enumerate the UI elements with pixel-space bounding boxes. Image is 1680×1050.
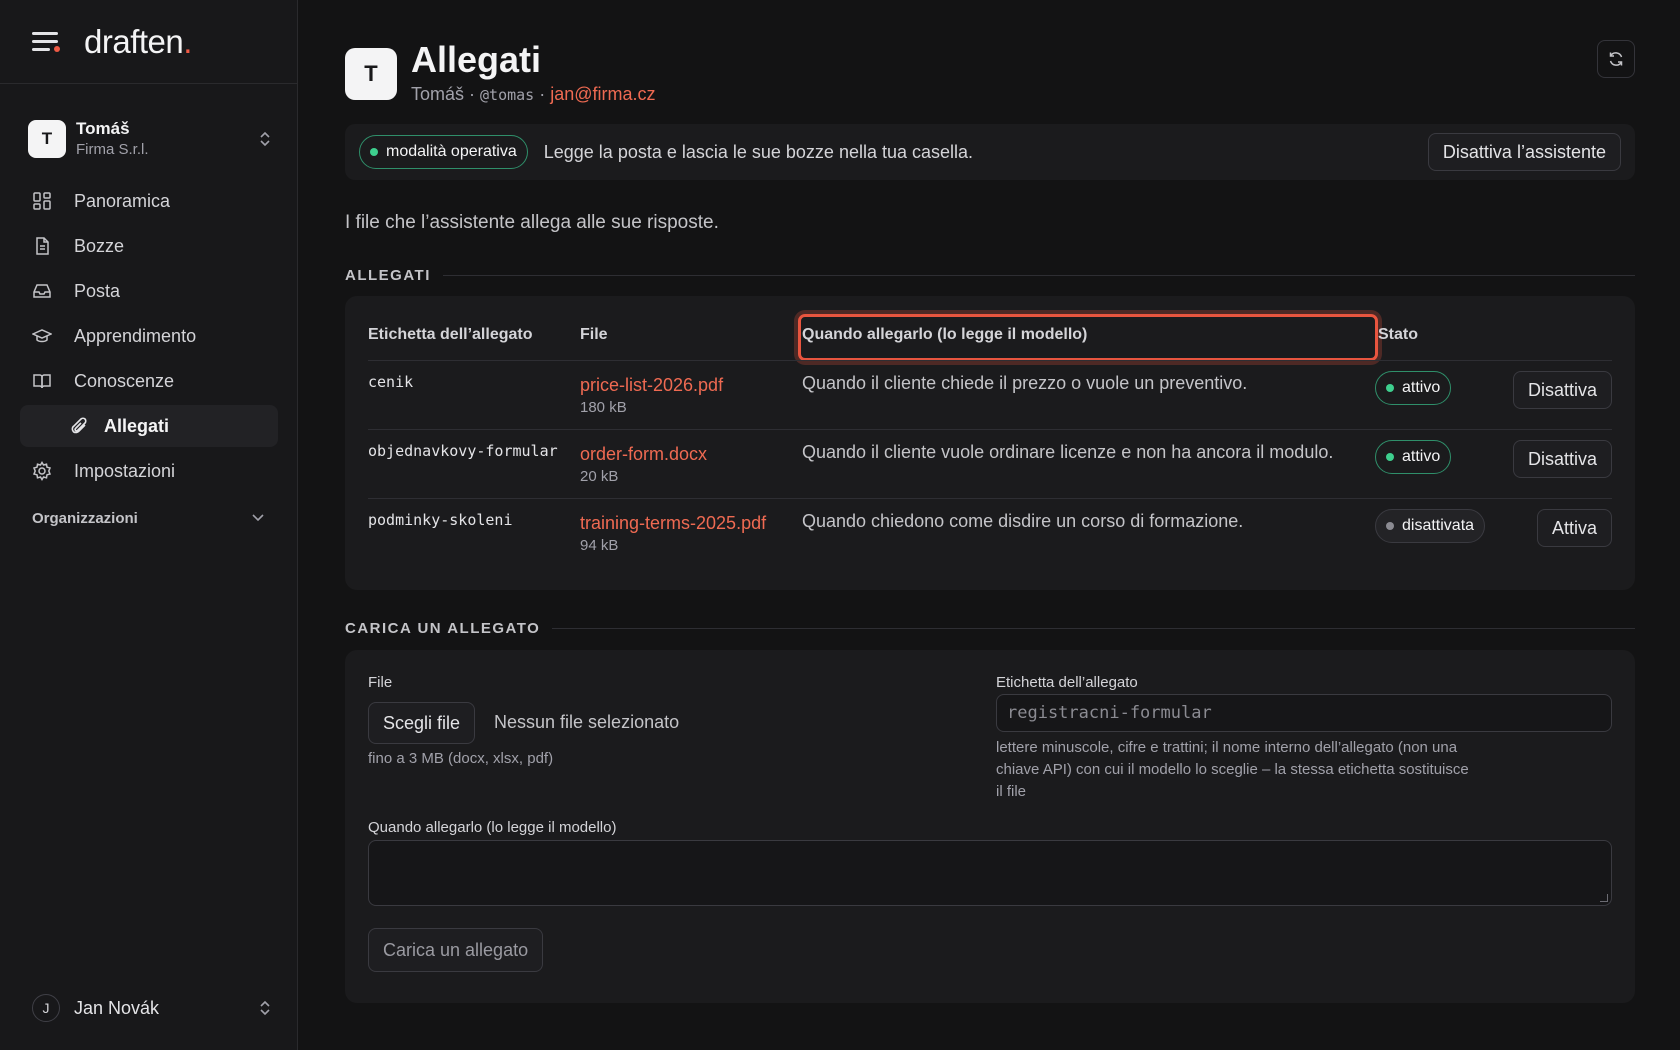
sidebar-item-conoscenze[interactable]: Conoscenze xyxy=(20,360,278,402)
book-icon xyxy=(32,371,52,391)
file-size: 180 kB xyxy=(580,399,627,416)
chevron-down-icon xyxy=(252,514,264,522)
assistant-avatar: T xyxy=(345,48,397,100)
sidebar-item-panoramica[interactable]: Panoramica xyxy=(20,180,278,222)
attach-condition: Quando chiedono come disdire un corso di… xyxy=(802,511,1244,531)
column-header-status[interactable]: Stato xyxy=(1378,326,1418,344)
refresh-button[interactable] xyxy=(1597,40,1635,78)
no-file-text: Nessun file selezionato xyxy=(494,712,680,732)
column-header-label[interactable]: Etichetta dell’allegato xyxy=(368,326,532,344)
activate-button[interactable]: Attiva xyxy=(1536,509,1612,547)
assistant-identity: Tomáš · @tomas · jan@firma.cz xyxy=(411,84,656,104)
page-title: Allegati xyxy=(411,39,542,80)
sidebar-item-label: Panoramica xyxy=(74,190,171,211)
sidebar-item-label: Posta xyxy=(74,280,121,301)
when-textarea[interactable] xyxy=(368,840,1612,906)
chevron-updown-icon xyxy=(260,131,270,147)
sidebar-item-label: Bozze xyxy=(74,235,125,256)
assistant-handle: @tomas xyxy=(480,86,535,104)
tag-hint: lettere minuscole, cifre e trattini; il … xyxy=(996,739,1469,800)
mode-description: Legge la posta e lascia le sue bozze nel… xyxy=(543,141,974,162)
sidebar: draften. T Tomáš Firma S.r.l. Panoramica… xyxy=(0,0,298,1050)
attachment-label: cenik xyxy=(368,373,414,391)
status-dot-icon xyxy=(1386,522,1394,530)
dashboard-icon xyxy=(32,191,52,211)
paperclip-icon xyxy=(70,416,90,436)
refresh-icon xyxy=(1609,52,1623,66)
upload-attachment-button[interactable]: Carica un allegato xyxy=(368,928,544,972)
status-badge: disattivata xyxy=(1375,509,1486,543)
tag-field-label: Etichetta dell’allegato xyxy=(996,674,1138,691)
attachments-card: Etichetta dell’allegato File Quando alle… xyxy=(345,296,1635,590)
sidebar-section-label: Organizzazioni xyxy=(32,509,138,527)
document-icon xyxy=(32,236,52,256)
status-dot-icon xyxy=(1386,453,1394,461)
status-badge: attivo xyxy=(1375,440,1452,474)
tag-input[interactable]: registracni-formular xyxy=(996,694,1612,732)
org-name: Tomáš xyxy=(76,119,130,138)
deactivate-button[interactable]: Disattiva xyxy=(1512,371,1612,409)
status-dot-icon xyxy=(1386,384,1394,392)
gear-icon xyxy=(32,461,52,481)
page-intro: I file che l’assistente allega alle sue … xyxy=(345,212,719,233)
sidebar-section-organizzazioni[interactable]: Organizzazioni xyxy=(20,500,278,536)
sidebar-item-label: Allegati xyxy=(104,415,170,436)
menu-icon[interactable] xyxy=(32,30,60,54)
user-switcher[interactable]: J Jan Novák xyxy=(32,992,272,1024)
file-field-label: File xyxy=(368,674,393,691)
page-header: T Allegati Tomáš · @tomas · jan@firma.cz xyxy=(345,40,1635,106)
brand-logo[interactable]: draften. xyxy=(84,23,192,61)
org-avatar: T xyxy=(28,120,66,158)
attach-condition: Quando il cliente vuole ordinare licenze… xyxy=(802,442,1334,462)
deactivate-button[interactable]: Disattiva xyxy=(1512,440,1612,478)
upload-section-heading: CARICA UN ALLEGATO xyxy=(345,618,1635,638)
choose-file-button[interactable]: Scegli file xyxy=(368,702,476,744)
table-row: cenik price-list-2026.pdf 180 kB Quando … xyxy=(368,360,1612,429)
attachment-label: objednavkovy-formular xyxy=(368,442,558,460)
upload-card: File Scegli file Nessun file selezionato… xyxy=(345,650,1635,1003)
when-field-label: Quando allegarlo (lo legge il modello) xyxy=(368,819,617,836)
user-avatar: J xyxy=(32,994,60,1022)
graduation-cap-icon xyxy=(32,326,52,346)
sidebar-nav: Panoramica Bozze Posta Apprendimento Con… xyxy=(20,180,278,536)
attachment-label: podminky-skoleni xyxy=(368,511,513,529)
table-row: podminky-skoleni training-terms-2025.pdf… xyxy=(368,498,1612,567)
column-header-file[interactable]: File xyxy=(580,326,608,344)
file-size: 20 kB xyxy=(580,468,619,485)
sidebar-item-allegati[interactable]: Allegati xyxy=(20,405,278,447)
chevron-updown-icon xyxy=(260,1000,270,1016)
attach-condition: Quando il cliente chiede il prezzo o vuo… xyxy=(802,373,1248,393)
resize-handle-icon[interactable] xyxy=(1600,894,1608,902)
sidebar-item-impostazioni[interactable]: Impostazioni xyxy=(20,450,278,492)
brand-bar: draften. xyxy=(0,0,297,84)
mode-banner: modalità operativa Legge la posta e lasc… xyxy=(345,124,1635,180)
focus-highlight xyxy=(798,314,1378,361)
inbox-icon xyxy=(32,281,52,301)
status-badge: attivo xyxy=(1375,371,1452,405)
file-link[interactable]: price-list-2026.pdf xyxy=(580,373,723,397)
sidebar-item-label: Conoscenze xyxy=(74,370,175,391)
org-company: Firma S.r.l. xyxy=(76,141,149,158)
sidebar-item-posta[interactable]: Posta xyxy=(20,270,278,312)
sidebar-item-label: Apprendimento xyxy=(74,325,197,346)
main-content: T Allegati Tomáš · @tomas · jan@firma.cz… xyxy=(345,0,1635,1050)
tag-placeholder: registracni-formular xyxy=(1007,703,1212,723)
deactivate-assistant-button[interactable]: Disattiva l’assistente xyxy=(1427,133,1621,171)
sidebar-item-label: Impostazioni xyxy=(74,460,176,481)
assistant-email[interactable]: jan@firma.cz xyxy=(550,84,655,104)
table-row: objednavkovy-formular order-form.docx 20… xyxy=(368,429,1612,498)
attachments-section-heading: ALLEGATI xyxy=(345,265,1635,285)
file-link[interactable]: training-terms-2025.pdf xyxy=(580,511,766,535)
file-size-hint: fino a 3 MB (docx, xlsx, pdf) xyxy=(368,750,554,767)
mode-badge: modalità operativa xyxy=(359,135,528,169)
assistant-name: Tomáš xyxy=(411,84,465,104)
org-switcher[interactable]: T Tomáš Firma S.r.l. xyxy=(28,116,272,162)
status-dot-icon xyxy=(370,148,378,156)
sidebar-item-bozze[interactable]: Bozze xyxy=(20,225,278,267)
file-size: 94 kB xyxy=(580,537,619,554)
sidebar-item-apprendimento[interactable]: Apprendimento xyxy=(20,315,278,357)
user-name: Jan Novák xyxy=(74,997,160,1018)
file-link[interactable]: order-form.docx xyxy=(580,442,707,466)
